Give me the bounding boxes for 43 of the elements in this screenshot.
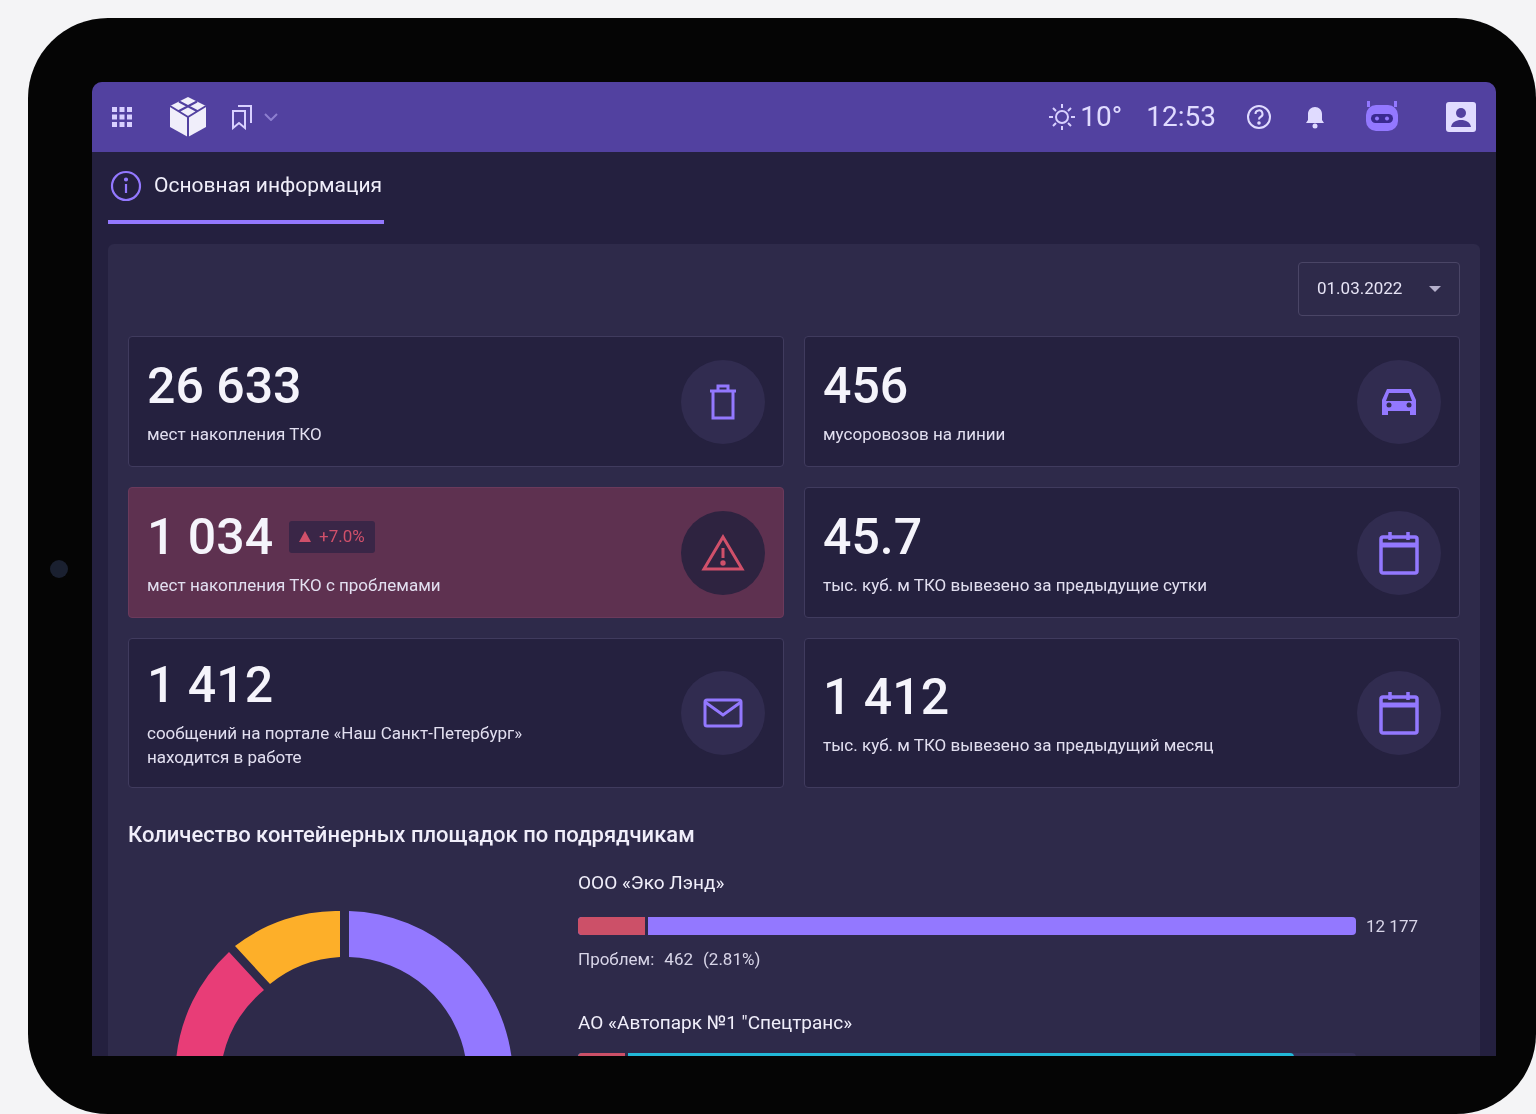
apps-grid-icon[interactable] xyxy=(112,107,132,127)
stat-label: мусоровозов на линии xyxy=(823,422,1006,446)
info-icon xyxy=(110,170,142,202)
trash-icon xyxy=(709,383,737,420)
stat-label: мест накопления ТКО xyxy=(147,422,322,446)
problems-count: 462 xyxy=(664,948,693,971)
contractor-name: ООО «Эко Лэнд» xyxy=(578,870,726,896)
trend-badge: +7.0% xyxy=(289,520,375,553)
help-icon[interactable] xyxy=(1246,104,1272,130)
up-triangle-icon xyxy=(299,531,312,542)
stat-value: 1 034 xyxy=(147,508,274,565)
clock-text: 12:53 xyxy=(1146,99,1216,135)
stat-label: тыс. куб. м ТКО вывезено за предыдущие сутки xyxy=(823,573,1207,597)
warning-icon xyxy=(701,533,745,572)
bookmarks-menu[interactable] xyxy=(230,104,278,130)
calendar-icon xyxy=(1379,691,1419,735)
problems-share: (2.81%) xyxy=(703,948,761,971)
dropdown-caret-icon xyxy=(1429,286,1441,292)
stat-value: 456 xyxy=(823,357,909,414)
stat-label: сообщений на портале «Наш Санкт-Петербург» находится в работе xyxy=(147,722,524,769)
temperature-text: 10° xyxy=(1080,99,1123,135)
bar-total: 12 177 xyxy=(1366,914,1418,938)
stat-value: 26 633 xyxy=(147,357,302,414)
bell-icon[interactable] xyxy=(1304,105,1326,129)
stat-value: 45.7 xyxy=(823,508,923,565)
stat-value: 1 412 xyxy=(823,669,950,725)
caret-icon xyxy=(264,113,278,121)
stat-value: 1 412 xyxy=(147,657,274,713)
cube-logo-icon[interactable] xyxy=(168,96,208,138)
sun-icon xyxy=(1048,103,1077,131)
stat-label: тыс. куб. м ТКО вывезено за предыдущий месяц xyxy=(823,734,1214,757)
calendar-icon xyxy=(1379,530,1419,575)
camera-icon xyxy=(50,560,68,578)
problems-label: Проблем: xyxy=(578,948,655,971)
contractor-name: АО «Автопарк №1 "Спецтранс» xyxy=(578,1009,854,1036)
mail-icon xyxy=(703,698,743,728)
robot-icon[interactable] xyxy=(1364,101,1400,133)
bookmarks-icon xyxy=(230,104,254,130)
stat-label: мест накопления ТКО с проблемами xyxy=(147,573,441,597)
date-select[interactable]: 01.03.2022 xyxy=(1298,262,1460,316)
profile-icon[interactable] xyxy=(1446,102,1476,132)
tab[interactable]: Основная информация xyxy=(108,152,385,224)
section-title: Количество контейнерных площадок по подрядчикам xyxy=(128,821,696,849)
